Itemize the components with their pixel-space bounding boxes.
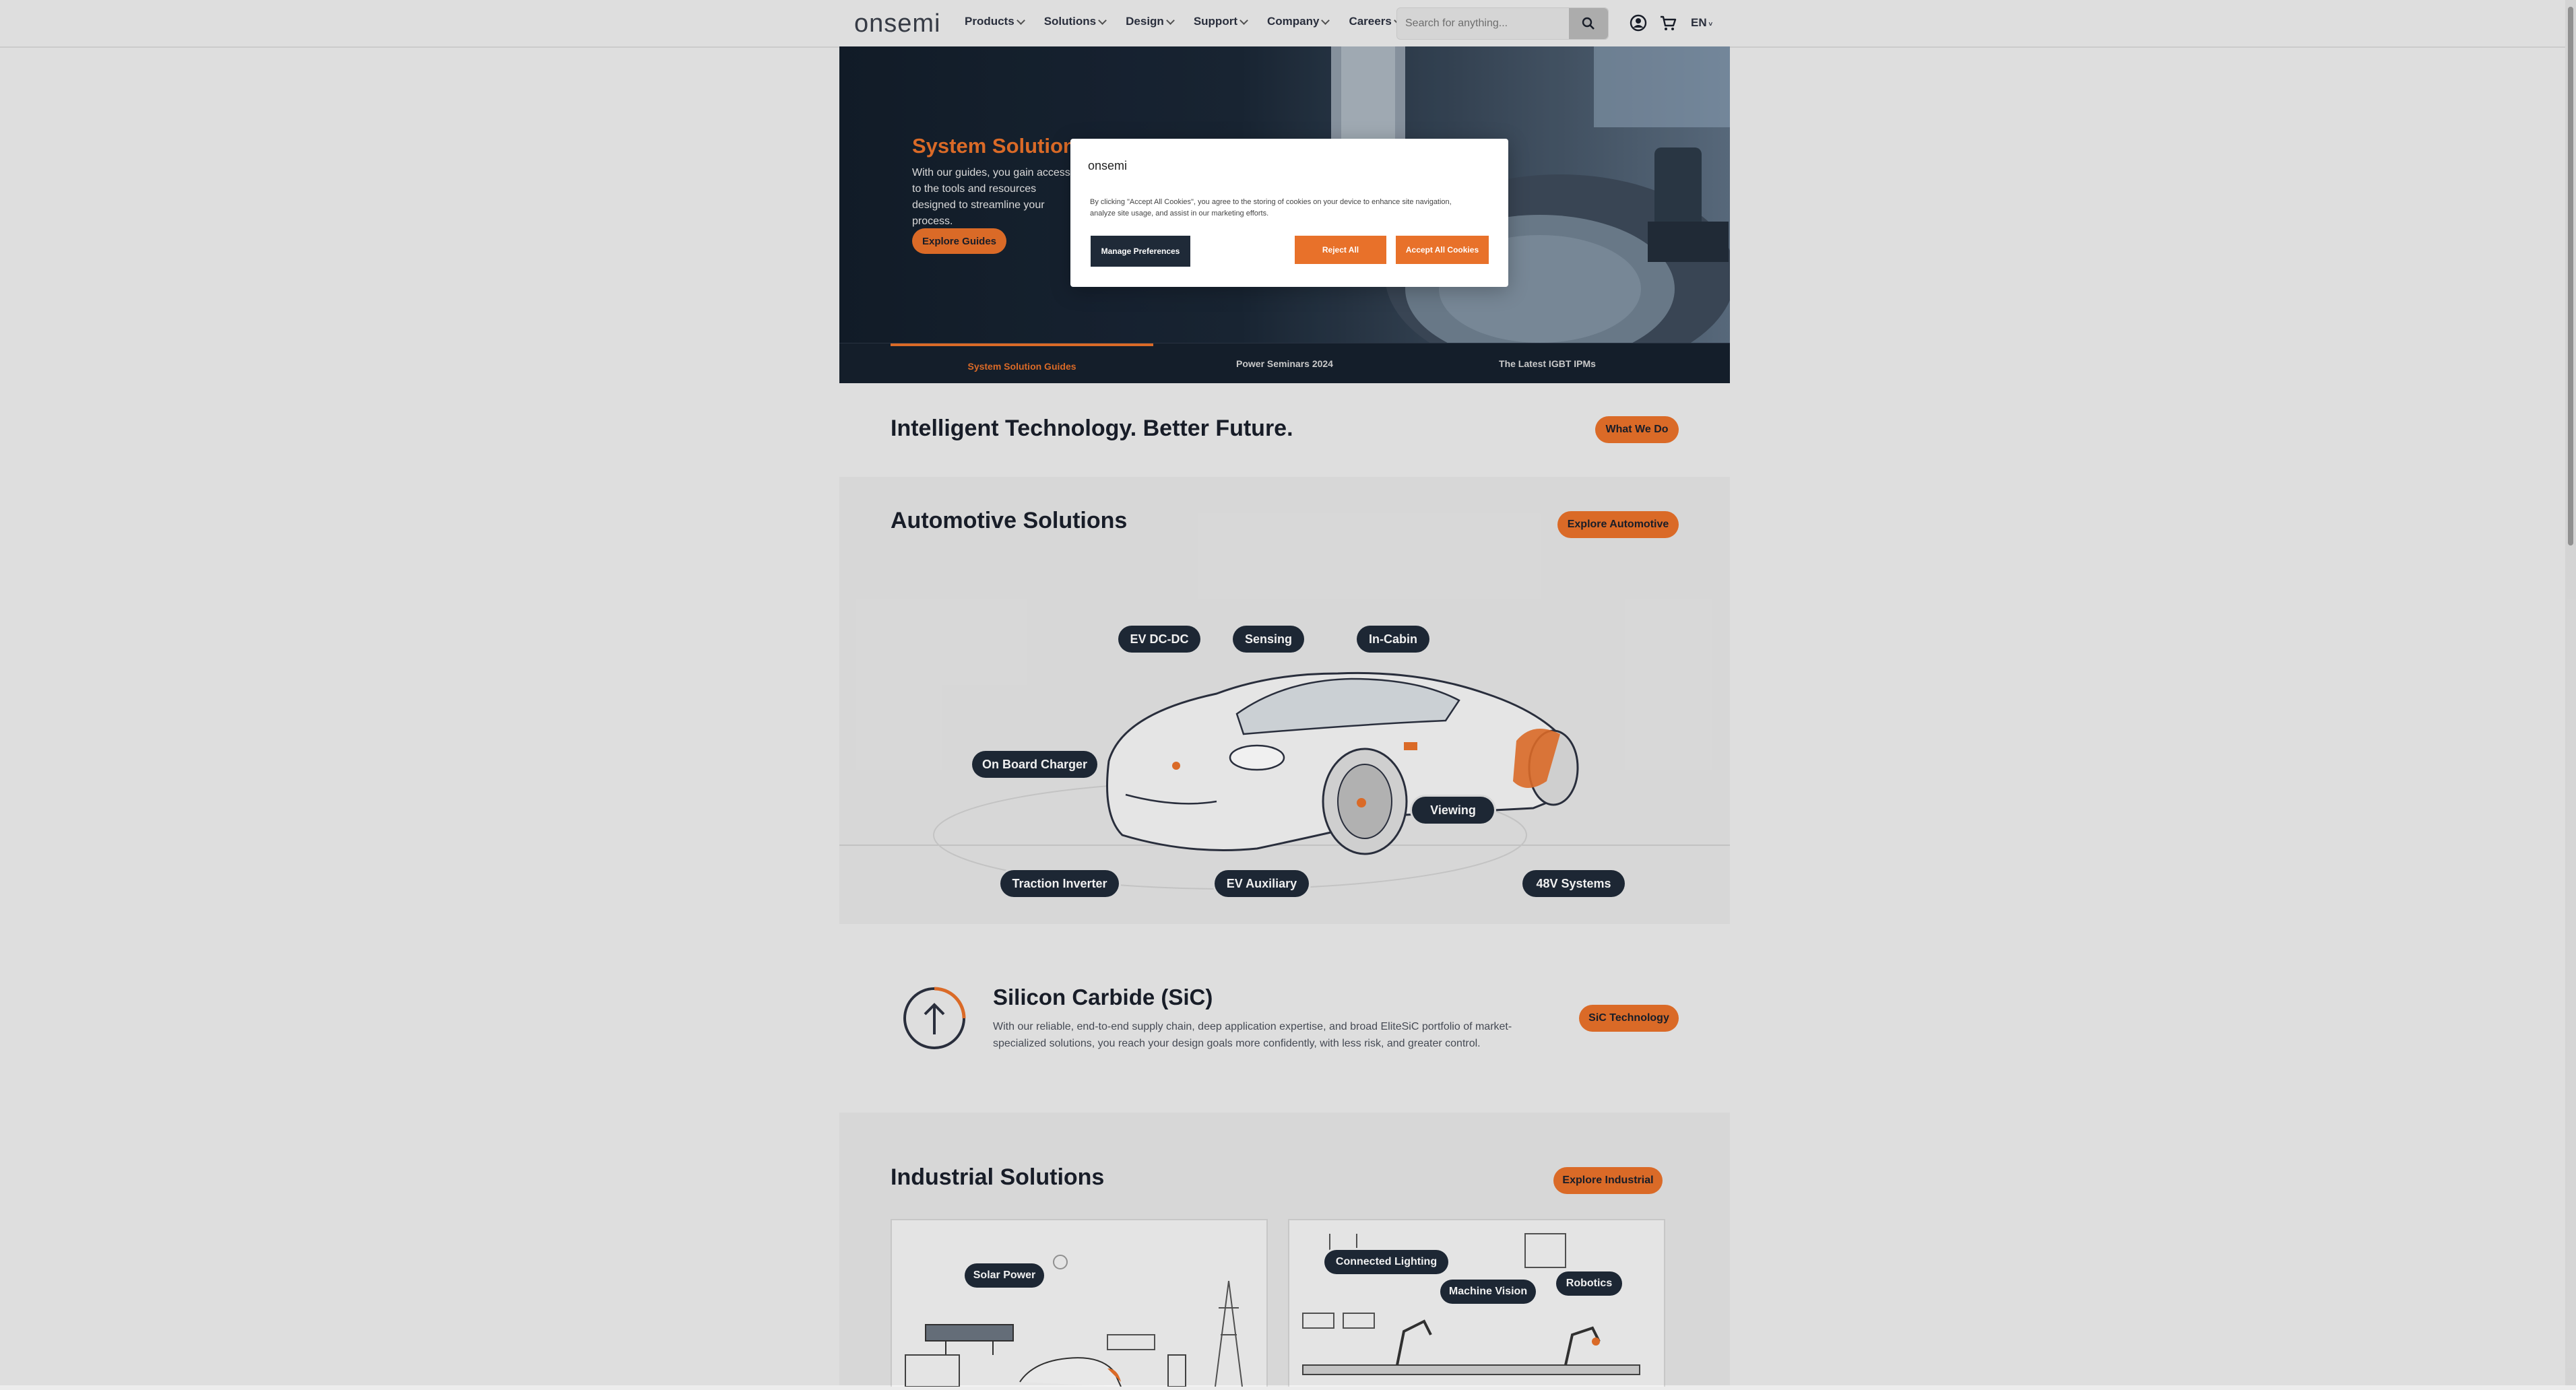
reject-all-button[interactable]: Reject All	[1295, 236, 1386, 264]
cookie-consent-dialog: onsemi By clicking "Accept All Cookies",…	[1070, 139, 1508, 287]
cookie-consent-text: By clicking "Accept All Cookies", you ag…	[1090, 198, 1452, 218]
accept-all-cookies-button[interactable]: Accept All Cookies	[1396, 236, 1489, 264]
manage-preferences-button[interactable]: Manage Preferences	[1091, 236, 1190, 267]
modal-onsemi-logo: onsemi	[1088, 159, 1128, 172]
